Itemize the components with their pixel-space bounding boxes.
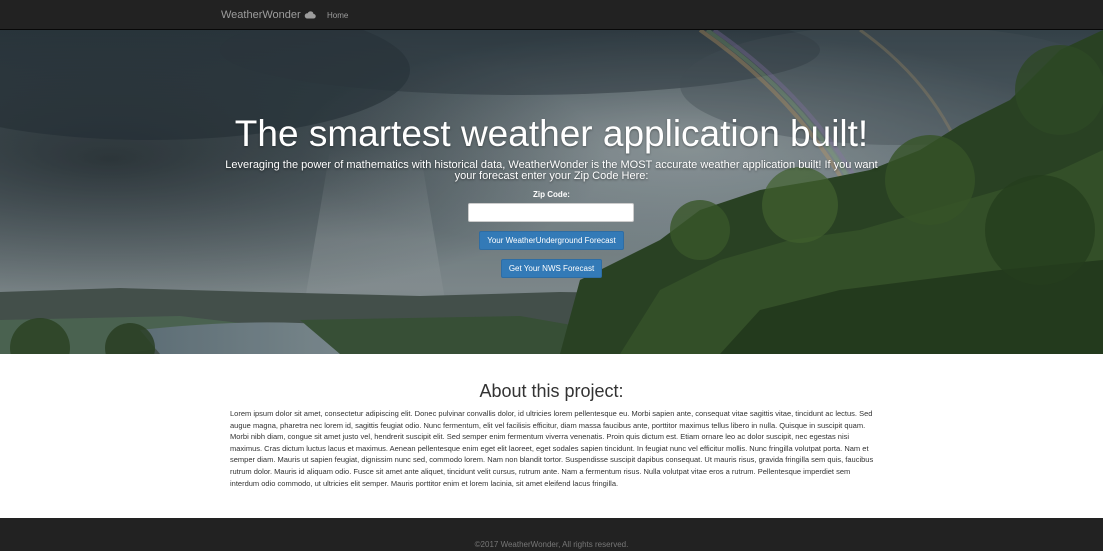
nws-forecast-button[interactable]: Get Your NWS Forecast xyxy=(501,259,602,278)
brand-link[interactable]: WeatherWonder xyxy=(221,0,316,30)
hero-section: The smartest weather application built! … xyxy=(0,30,1103,354)
top-navbar: WeatherWonder Home xyxy=(0,0,1103,30)
weatherunderground-forecast-button[interactable]: Your WeatherUnderground Forecast xyxy=(479,231,624,250)
footer: ©2017 WeatherWonder, All rights reserved… xyxy=(0,518,1103,551)
zip-code-input[interactable] xyxy=(468,203,634,222)
footer-copyright: ©2017 WeatherWonder, All rights reserved… xyxy=(474,540,629,549)
hero-title: The smartest weather application built! xyxy=(234,113,869,154)
nav-home-link[interactable]: Home xyxy=(327,0,348,30)
hero-content: The smartest weather application built! … xyxy=(0,30,1103,354)
zip-code-label: Zip Code: xyxy=(533,190,570,199)
brand-name: WeatherWonder xyxy=(221,8,301,21)
about-title: About this project: xyxy=(479,381,624,401)
cloud-icon xyxy=(304,11,316,19)
hero-lead-text: Leveraging the power of mathematics with… xyxy=(225,159,878,182)
about-body-text: Lorem ipsum dolor sit amet, consectetur … xyxy=(230,409,874,488)
